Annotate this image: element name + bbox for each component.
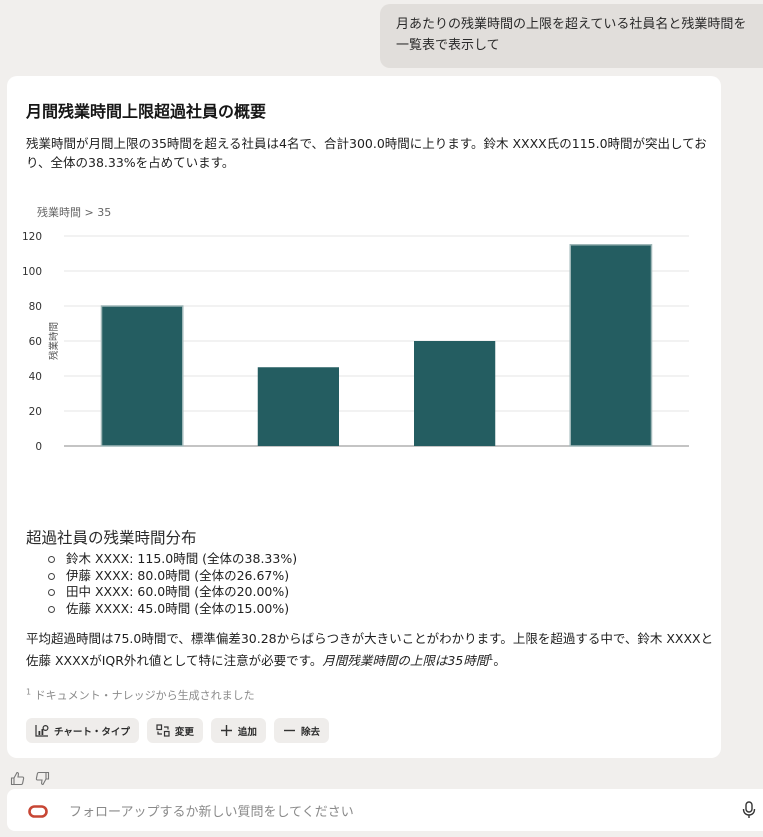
minus-icon	[283, 724, 296, 737]
list-item: 伊藤 XXXX: 80.0時間 (全体の26.67%)	[47, 568, 297, 585]
sentence-end: 。	[493, 653, 506, 669]
analysis-text: 平均超過時間は75.0時間で、標準偏差30.28からばらつきが大きいことがわかり…	[26, 629, 716, 670]
user-message: 月あたりの残業時間の上限を超えている社員名と残業時間を一覧表で表示して	[380, 4, 763, 68]
brand-logo-icon	[28, 803, 48, 822]
response-title: 月間残業時間上限超過社員の概要	[26, 102, 267, 121]
follow-up-input[interactable]: フォローアップするか新しい質問をしてください	[69, 801, 354, 820]
bar	[257, 367, 339, 446]
bar-chart: 残業時間 > 35020406080100120伊藤 XXXX佐藤 XXXX田中…	[22, 205, 689, 453]
citation-text[interactable]: 月間残業時間の上限は35時間	[322, 653, 488, 668]
y-tick-label: 100	[22, 266, 42, 278]
response-card: 月間残業時間上限超過社員の概要 残業時間が月間上限の35時間を超える社員は4名で…	[7, 76, 721, 758]
footnote: 1 ドキュメント・ナレッジから生成されました	[26, 687, 255, 703]
change-label: 変更	[174, 726, 194, 738]
thumbs-up-icon[interactable]	[10, 771, 25, 786]
section-title: 超過社員の残業時間分布	[26, 529, 197, 547]
footnote-text: ドキュメント・ナレッジから生成されました	[34, 689, 255, 702]
y-tick-label: 80	[29, 301, 42, 313]
list-item: 田中 XXXX: 60.0時間 (全体の20.00%)	[47, 584, 297, 601]
y-axis-label: 残業時間	[48, 322, 60, 360]
bar	[100, 305, 184, 447]
chart-type-button[interactable]: チャート・タイプ	[26, 718, 139, 743]
chart-type-label: チャート・タイプ	[54, 726, 130, 738]
add-label: 追加	[237, 726, 257, 738]
remove-label: 除去	[300, 726, 320, 738]
microphone-icon[interactable]	[742, 801, 756, 823]
remove-button[interactable]: 除去	[273, 718, 329, 743]
thumbs-down-icon[interactable]	[35, 771, 50, 786]
footnote-marker: 1	[26, 687, 32, 697]
chart-type-icon	[35, 724, 49, 737]
transform-icon	[156, 724, 170, 737]
list-item: 鈴木 XXXX: 115.0時間 (全体の38.33%)	[47, 551, 297, 568]
bar	[569, 244, 653, 447]
chart-title: 残業時間 > 35	[37, 205, 111, 219]
follow-up-input-bar[interactable]: フォローアップするか新しい質問をしてください	[7, 789, 763, 831]
add-button[interactable]: 追加	[210, 718, 266, 743]
plus-icon	[220, 724, 233, 737]
y-tick-label: 40	[29, 371, 42, 383]
response-summary: 残業時間が月間上限の35時間を超える社員は4名で、合計300.0時間に上ります。…	[26, 136, 707, 170]
list-item: 佐藤 XXXX: 45.0時間 (全体の15.00%)	[47, 601, 297, 618]
change-button[interactable]: 変更	[146, 718, 203, 743]
y-tick-label: 0	[35, 441, 42, 453]
y-tick-label: 20	[29, 406, 42, 418]
y-tick-label: 60	[29, 336, 42, 348]
y-tick-label: 120	[22, 231, 42, 243]
action-bar: チャート・タイプ 変更 追加 除去	[26, 718, 329, 743]
feedback-bar	[10, 771, 50, 786]
distribution-list: 鈴木 XXXX: 115.0時間 (全体の38.33%) 伊藤 XXXX: 80…	[47, 551, 297, 617]
bar	[414, 341, 496, 446]
